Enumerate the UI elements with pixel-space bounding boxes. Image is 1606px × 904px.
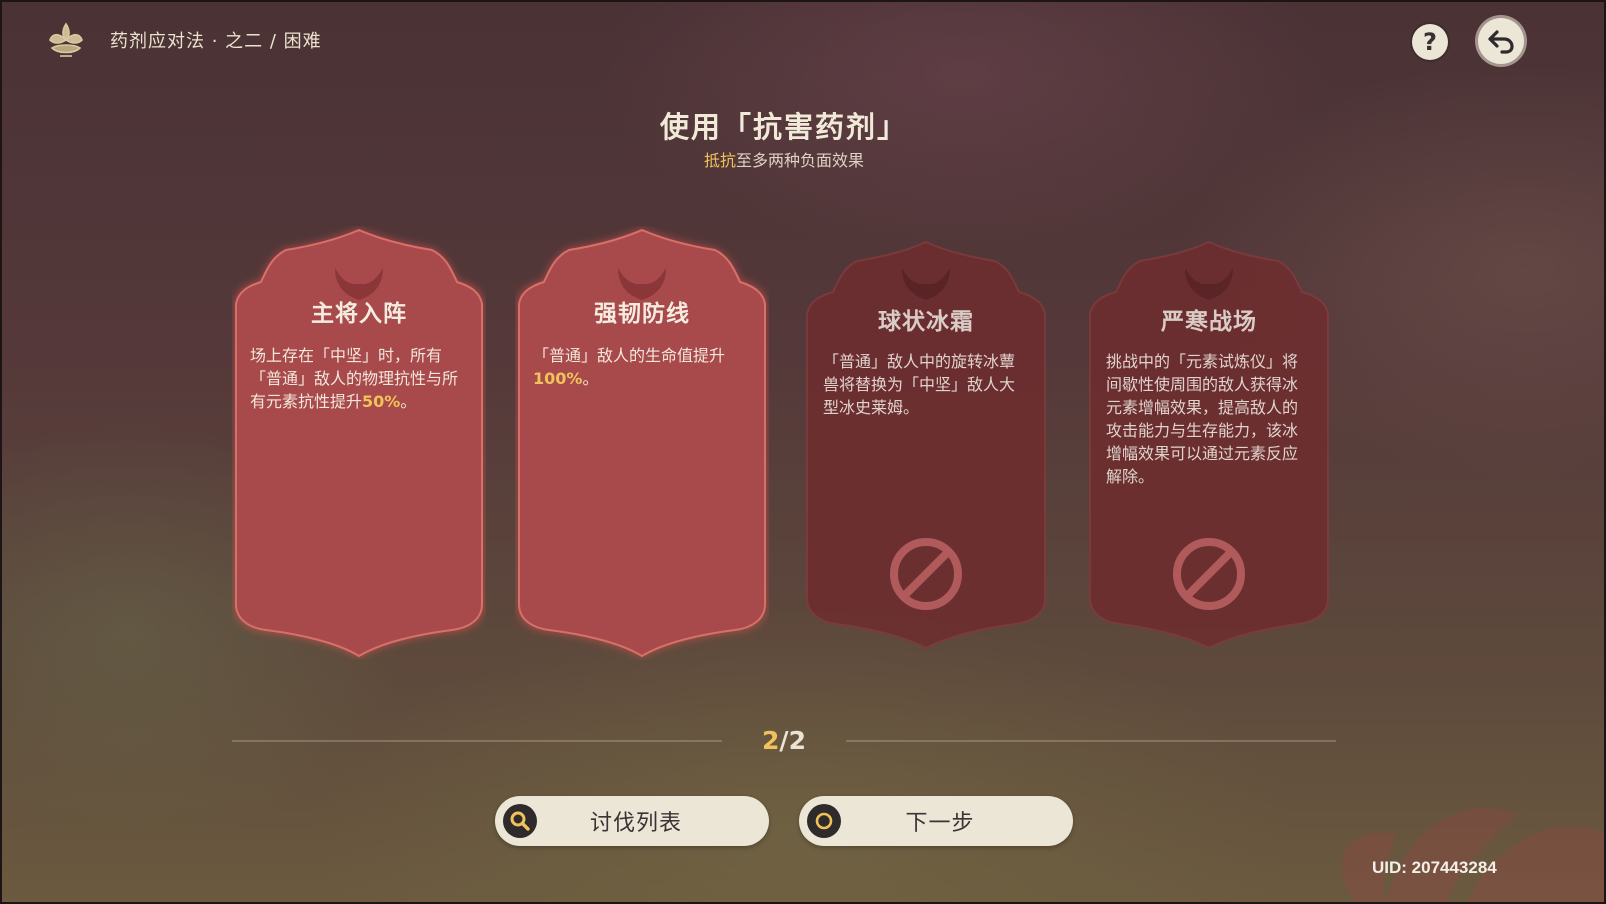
breadcrumb: 药剂应对法 · 之二 / 困难 xyxy=(110,31,322,52)
circle-icon xyxy=(807,804,841,838)
card-title: 主将入阵 xyxy=(311,301,407,327)
card-title: 严寒战场 xyxy=(1161,309,1257,335)
effect-card-disabled[interactable]: 严寒战场 挑战中的「元素试炼仪」将间歇性使周围的敌人获得冰元素增幅效果，提高敌人… xyxy=(1088,240,1330,650)
header: 药剂应对法 · 之二 / 困难 xyxy=(44,18,322,62)
disabled-icon xyxy=(1173,538,1245,610)
card-description: 「普通」敌人中的旋转冰蕈兽将替换为「中坚」敌人大型冰史莱姆。 xyxy=(823,352,1016,417)
demon-horn-emblem-icon xyxy=(902,268,950,300)
card-description: 挑战中的「元素试炼仪」将间歇性使周围的敌人获得冰元素增幅效果，提高敌人的攻击能力… xyxy=(1106,352,1299,486)
challenge-list-label: 讨伐列表 xyxy=(589,811,682,836)
effect-card[interactable]: 主将入阵 场上存在「中坚」时，所有「普通」敌人的物理抗性与所有元素抗性提升50%… xyxy=(232,226,486,660)
disabled-icon xyxy=(890,538,962,610)
effect-card[interactable]: 强韧防线 「普通」敌人的生命值提升100%。 xyxy=(515,226,769,660)
help-button[interactable]: ? xyxy=(1412,24,1448,60)
card-title: 球状冰霜 xyxy=(878,309,974,335)
help-icon: ? xyxy=(1423,28,1437,56)
page-indicator: 2/2 xyxy=(762,726,806,755)
search-icon xyxy=(503,804,537,838)
pager-divider-left xyxy=(232,740,722,742)
subtitle-text: 至多两种负面效果 xyxy=(736,151,865,170)
demon-horn-emblem-icon xyxy=(1185,268,1233,300)
page-subtitle: 抵抗至多两种负面效果 xyxy=(0,147,1568,171)
card-description: 场上存在「中坚」时，所有「普通」敌人的物理抗性与所有元素抗性提升50%。 xyxy=(250,346,459,411)
effect-card-disabled[interactable]: 球状冰霜 「普通」敌人中的旋转冰蕈兽将替换为「中坚」敌人大型冰史莱姆。 xyxy=(805,240,1047,650)
back-arrow-icon xyxy=(1488,30,1514,54)
pager-divider-right xyxy=(846,740,1336,742)
next-step-label: 下一步 xyxy=(905,811,975,836)
background-flower-decoration xyxy=(1341,808,1606,904)
card-description: 「普通」敌人的生命值提升100%。 xyxy=(533,346,726,388)
uid-label: UID: 207443284 xyxy=(1372,858,1497,877)
challenge-list-button[interactable]: 讨伐列表 xyxy=(495,796,769,846)
subtitle-highlight: 抵抗 xyxy=(703,151,736,170)
next-step-button[interactable]: 下一步 xyxy=(799,796,1073,846)
page-title: 使用「抗害药剂」 xyxy=(659,110,908,144)
back-button[interactable] xyxy=(1478,18,1524,64)
card-title: 强韧防线 xyxy=(594,301,690,327)
flower-logo-icon xyxy=(49,22,83,57)
